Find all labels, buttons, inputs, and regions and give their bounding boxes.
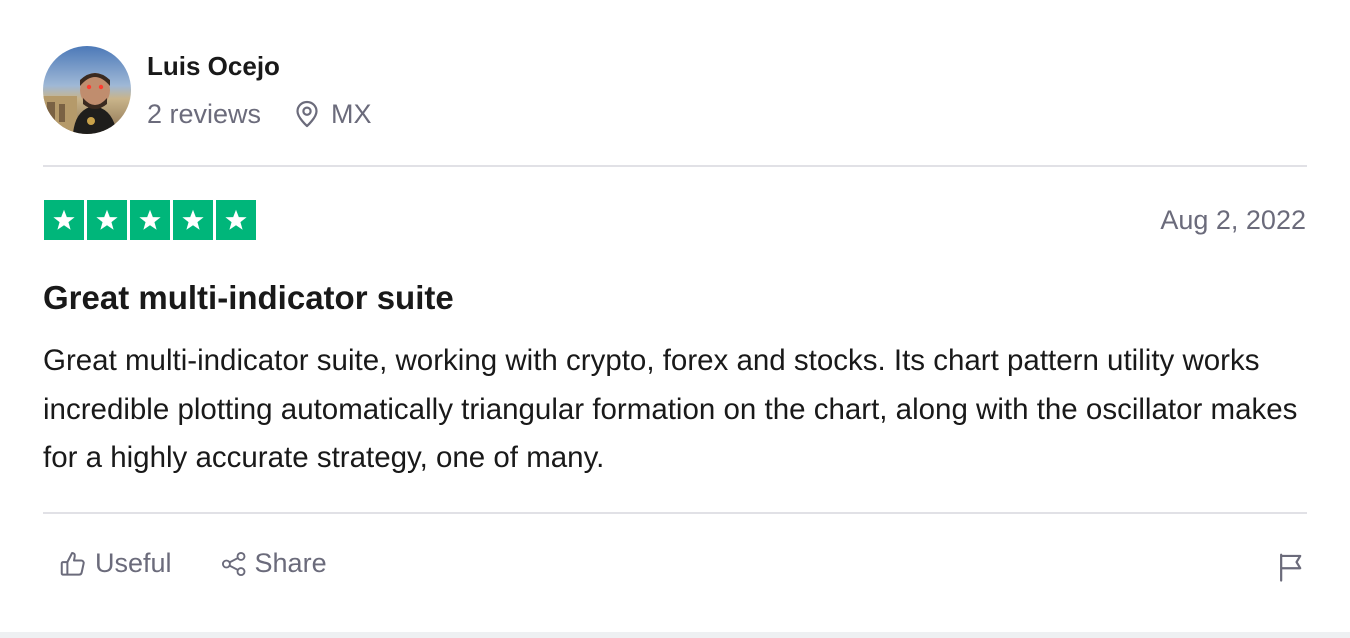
useful-button[interactable]: Useful bbox=[58, 548, 172, 579]
share-button[interactable]: Share bbox=[220, 548, 327, 579]
share-label: Share bbox=[254, 548, 327, 578]
header-divider bbox=[43, 165, 1307, 167]
useful-label: Useful bbox=[95, 548, 172, 578]
flag-icon bbox=[1276, 553, 1306, 587]
star-3 bbox=[130, 200, 170, 240]
thumbs-up-icon bbox=[58, 549, 88, 579]
star-icon bbox=[139, 209, 161, 230]
star-5 bbox=[216, 200, 256, 240]
reviews-count: 2 reviews bbox=[147, 98, 262, 129]
star-icon bbox=[225, 209, 247, 230]
share-icon bbox=[220, 550, 248, 578]
bottom-strip bbox=[0, 632, 1350, 638]
star-icon bbox=[182, 209, 204, 230]
review-text: Great multi-indicator suite, working wit… bbox=[43, 344, 1298, 474]
review-title[interactable]: Great multi-indicator suite bbox=[43, 278, 454, 318]
star-1 bbox=[44, 200, 84, 240]
reviewer-meta: 2 reviews MX bbox=[147, 97, 372, 131]
review-actions: Useful Share bbox=[58, 548, 327, 579]
review-card: Luis Ocejo 2 reviews MX Aug 2, 2022 Grea… bbox=[0, 0, 1350, 632]
reviewer-location: MX bbox=[331, 98, 372, 129]
reviewer-name[interactable]: Luis Ocejo bbox=[147, 50, 280, 82]
avatar-image bbox=[43, 46, 131, 134]
star-4 bbox=[173, 200, 213, 240]
star-icon bbox=[53, 209, 75, 230]
star-rating bbox=[44, 200, 256, 240]
star-2 bbox=[87, 200, 127, 240]
review-date: Aug 2, 2022 bbox=[1160, 205, 1306, 235]
footer-divider bbox=[43, 512, 1307, 514]
report-flag-button[interactable] bbox=[1276, 551, 1306, 588]
location-pin-icon bbox=[295, 100, 319, 128]
star-icon bbox=[96, 209, 118, 230]
reviewer-avatar[interactable] bbox=[43, 46, 131, 134]
